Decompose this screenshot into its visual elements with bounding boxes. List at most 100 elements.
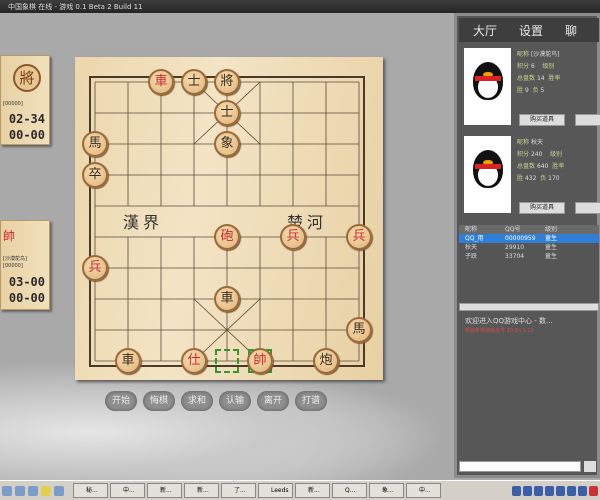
red-piece[interactable]: 兵 xyxy=(346,224,372,250)
list-item[interactable]: 秋天 29910 童生 xyxy=(459,243,599,252)
chat-send-button[interactable] xyxy=(584,461,596,472)
tab-lobby[interactable]: 大厅 xyxy=(473,22,497,38)
opponent-total-time: 00-00 xyxy=(8,128,45,142)
taskbar-button[interactable]: 新... xyxy=(184,483,219,498)
black-piece[interactable]: 炮 xyxy=(313,348,339,374)
quicklaunch-icon[interactable] xyxy=(54,485,64,496)
system-tray xyxy=(512,485,600,496)
taskbar: 秘... 中... 新... 新... 了... Leeds 新... Q... 象... 中..… xyxy=(0,480,600,500)
total-value: 14 xyxy=(536,75,545,82)
buy-items-button[interactable]: 购买道具 xyxy=(519,202,565,214)
quicklaunch-icon[interactable] xyxy=(28,485,38,496)
last-move-marker xyxy=(215,349,239,373)
undo-button[interactable]: 悔棋 xyxy=(143,391,175,411)
black-piece[interactable]: 車 xyxy=(214,286,240,312)
draw-button[interactable]: 求和 xyxy=(181,391,213,411)
win-value: 9 xyxy=(524,87,529,94)
red-piece[interactable]: 車 xyxy=(148,69,174,95)
total-label: 总盘数 xyxy=(517,163,536,170)
win-value: 432 xyxy=(524,175,537,182)
red-piece[interactable]: 兵 xyxy=(280,224,306,250)
black-piece[interactable]: 馬 xyxy=(346,317,372,343)
tray-icon[interactable] xyxy=(523,485,532,496)
taskbar-button[interactable]: 新... xyxy=(295,483,330,498)
taskbar-button[interactable]: 中... xyxy=(110,483,145,498)
more-button[interactable] xyxy=(575,114,600,126)
score-value: 6 xyxy=(530,63,535,70)
opponent-info: [00000] xyxy=(3,101,23,107)
leave-button[interactable]: 离开 xyxy=(257,391,289,411)
right-panel: 大厅 设置 聊 昵称 [沙漠鸵鸟] 积分 6 级别 总盘数 14 胜率 胜 9 … xyxy=(454,13,600,478)
tray-icon[interactable] xyxy=(556,485,565,496)
horizontal-scrollbar[interactable] xyxy=(459,303,599,311)
river-text-left: 漢界 xyxy=(123,213,164,232)
red-piece[interactable]: 兵 xyxy=(82,255,108,281)
black-piece[interactable]: 馬 xyxy=(82,131,108,157)
level-label: 级别 xyxy=(542,63,555,70)
chat-input[interactable] xyxy=(459,461,581,472)
chess-board[interactable]: 漢界 楚河 車士將士象馬卒砲兵兵兵車馬車仕帥炮 xyxy=(75,57,383,380)
tray-icon[interactable] xyxy=(534,485,543,496)
lose-label: 负 xyxy=(532,87,539,94)
total-value: 640 xyxy=(536,163,549,170)
header-qq[interactable]: QQ号 xyxy=(499,225,539,234)
score-value: 240 xyxy=(530,151,543,158)
row-qq: 33704 xyxy=(505,253,525,260)
tray-icon[interactable] xyxy=(512,485,521,496)
header-level[interactable]: 级别 xyxy=(539,225,579,234)
black-piece[interactable]: 象 xyxy=(214,131,240,157)
taskbar-button[interactable]: 了... xyxy=(221,483,256,498)
list-item[interactable]: QQ_用 00000959 童生 xyxy=(459,234,599,243)
row-level: 童生 xyxy=(545,244,558,251)
player-card: 昵称 [沙漠鸵鸟] 积分 6 级别 总盘数 14 胜率 胜 9 负 5 购买道具 xyxy=(461,46,600,130)
tray-icon[interactable] xyxy=(545,485,554,496)
black-piece[interactable]: 士 xyxy=(181,69,207,95)
player-total-time: 00-00 xyxy=(8,291,45,305)
taskbar-button[interactable]: Leeds xyxy=(258,483,293,498)
tray-icon[interactable] xyxy=(567,485,576,496)
black-piece[interactable]: 將 xyxy=(214,69,240,95)
taskbar-button[interactable]: 秘... xyxy=(73,483,108,498)
black-piece[interactable]: 車 xyxy=(115,348,141,374)
taskbar-button[interactable]: 中... xyxy=(406,483,441,498)
resign-button[interactable]: 认输 xyxy=(219,391,251,411)
score-label: 积分 xyxy=(517,151,530,158)
chat-welcome: 欢迎进入QQ游戏中心 - 数... xyxy=(465,317,553,325)
quicklaunch-icon[interactable] xyxy=(2,485,12,496)
tab-settings[interactable]: 设置 xyxy=(519,22,543,38)
action-buttons: 开始 悔棋 求和 认输 离开 打谱 xyxy=(105,391,327,411)
level-label: 级别 xyxy=(550,151,563,158)
black-piece[interactable]: 卒 xyxy=(82,162,108,188)
red-piece[interactable]: 仕 xyxy=(181,348,207,374)
red-piece[interactable]: 帥 xyxy=(247,348,273,374)
row-level: 童生 xyxy=(545,253,558,260)
tray-icon[interactable] xyxy=(589,485,598,496)
player-stats: 昵称 [沙漠鸵鸟] 积分 6 级别 总盘数 14 胜率 胜 9 负 5 xyxy=(517,49,560,97)
penguin-icon xyxy=(473,150,503,188)
header-nick[interactable]: 昵称 xyxy=(459,225,499,234)
quicklaunch-icon[interactable] xyxy=(41,485,51,496)
nick-value: 秋天 xyxy=(530,139,543,146)
lose-label: 负 xyxy=(540,175,547,182)
taskbar-button[interactable]: 新... xyxy=(147,483,182,498)
quicklaunch-icon[interactable] xyxy=(15,485,25,496)
red-general-badge: 帥 xyxy=(3,229,16,243)
player-card: 昵称 秋天 积分 240 级别 总盘数 640 胜率 胜 432 负 170 购… xyxy=(461,134,600,218)
list-item[interactable]: 子跃 33704 童生 xyxy=(459,252,599,261)
player-stats: 昵称 秋天 积分 240 级别 总盘数 640 胜率 胜 432 负 170 xyxy=(517,137,564,185)
rate-label: 胜率 xyxy=(548,75,561,82)
taskbar-button[interactable]: Q... xyxy=(332,483,367,498)
avatar xyxy=(464,136,511,213)
record-button[interactable]: 打谱 xyxy=(295,391,327,411)
row-nick: QQ_用 xyxy=(465,235,484,242)
tab-chat[interactable]: 聊 xyxy=(565,22,577,38)
start-button[interactable]: 开始 xyxy=(105,391,137,411)
more-button[interactable] xyxy=(575,202,600,214)
row-qq: 29910 xyxy=(505,244,525,251)
black-piece[interactable]: 士 xyxy=(214,100,240,126)
tray-icon[interactable] xyxy=(578,485,587,496)
buy-items-button[interactable]: 购买道具 xyxy=(519,114,565,126)
player-step-time: 03-00 xyxy=(8,275,45,289)
taskbar-button[interactable]: 象... xyxy=(369,483,404,498)
red-piece[interactable]: 砲 xyxy=(214,224,240,250)
